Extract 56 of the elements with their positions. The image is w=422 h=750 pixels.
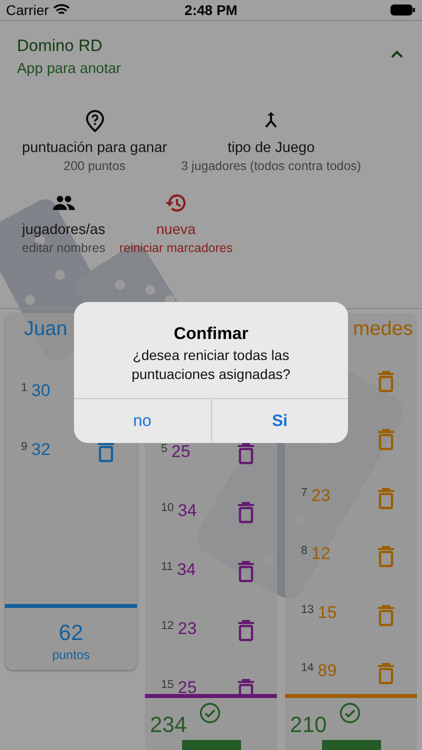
round-score: 34 bbox=[176, 560, 196, 580]
option-description: editar nombres bbox=[22, 241, 106, 255]
clock: 2:48 PM bbox=[184, 2, 238, 18]
winner-bar bbox=[322, 740, 381, 750]
delete-icon[interactable] bbox=[237, 443, 255, 465]
round-number: 8 bbox=[301, 545, 308, 558]
option-label[interactable]: puntuación para ganar bbox=[22, 140, 168, 156]
round-number: 13 bbox=[301, 604, 314, 616]
delete-icon[interactable] bbox=[97, 441, 115, 463]
round-number: 7 bbox=[301, 486, 308, 499]
round-number: 1 bbox=[21, 382, 28, 394]
total-score: 210 bbox=[290, 712, 327, 738]
total-score: 234 bbox=[150, 712, 187, 738]
battery-icon bbox=[390, 4, 416, 16]
total-label: puntos bbox=[52, 648, 90, 662]
delete-icon[interactable] bbox=[237, 561, 255, 583]
round-score: 89 bbox=[318, 661, 337, 682]
option-description: reiniciar marcadores bbox=[119, 241, 233, 255]
option-label[interactable]: jugadores/as bbox=[22, 222, 106, 238]
round-score: 23 bbox=[311, 486, 330, 506]
round-score: 15 bbox=[318, 602, 337, 623]
winner-bar bbox=[182, 740, 241, 750]
carrier-label: Carrier bbox=[6, 2, 49, 18]
delete-icon[interactable] bbox=[237, 502, 255, 524]
option-description: 3 jugadores (todos contra todos) bbox=[181, 159, 362, 173]
total-score: 62 bbox=[58, 620, 84, 646]
round-score: 25 bbox=[171, 442, 190, 462]
option-description: 200 puntos bbox=[64, 159, 126, 173]
dialog-button[interactable]: no bbox=[74, 399, 210, 443]
dialog-button[interactable]: Si bbox=[210, 399, 348, 443]
chevron-icon[interactable] bbox=[390, 49, 404, 59]
check-circle-icon bbox=[339, 702, 361, 724]
check-circle-icon bbox=[199, 702, 221, 724]
app-title: Domino RD bbox=[17, 37, 104, 56]
round-number: 15 bbox=[161, 678, 174, 690]
round-number: 10 bbox=[161, 502, 174, 514]
player-name: Juan bbox=[24, 318, 68, 340]
round-number: 14 bbox=[301, 662, 314, 674]
round-number: 5 bbox=[161, 442, 168, 454]
round-score: 25 bbox=[178, 678, 197, 694]
option-label[interactable]: tipo de Juego bbox=[228, 140, 315, 156]
dialog-title: Confimar bbox=[172, 323, 250, 344]
round-number: 11 bbox=[161, 560, 173, 572]
app-subtitle: App para anotar bbox=[17, 61, 121, 77]
round-score: 30 bbox=[31, 380, 50, 400]
round-score: 12 bbox=[311, 544, 330, 564]
round-number: 9 bbox=[21, 440, 28, 452]
delete-icon[interactable] bbox=[237, 620, 255, 642]
option-label[interactable]: nueva bbox=[156, 222, 196, 238]
round-score: 32 bbox=[31, 440, 50, 460]
round-score: 23 bbox=[178, 618, 197, 638]
dialog-message: ¿desea reniciar todas las puntuaciones asignadas? bbox=[130, 346, 292, 384]
wifi-icon bbox=[52, 4, 70, 16]
round-score: 34 bbox=[178, 500, 197, 520]
round-number: 12 bbox=[161, 620, 174, 632]
player-name: medes bbox=[352, 318, 413, 340]
